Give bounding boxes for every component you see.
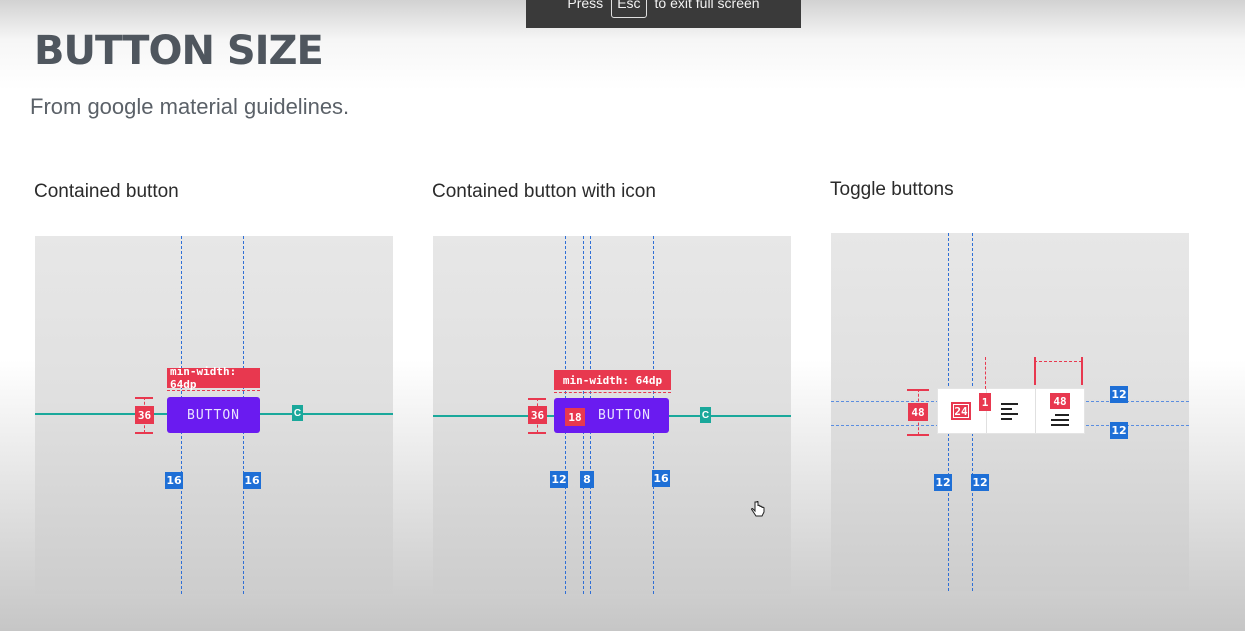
height-tick [528,432,546,434]
esc-key-badge: Esc [611,0,647,18]
align-left-icon [1001,403,1018,420]
sample-contained-button: BUTTON [167,397,260,433]
center-tag: C [292,405,303,421]
height-tick [907,434,929,436]
toggle-segment: 48 [1036,389,1084,433]
panel-contained-button-icon: min-width: 64dp BUTTON 18 36 C 12 8 16 [433,236,791,594]
divider-measure [985,357,986,389]
padding-tag-right: 12 [971,474,989,491]
center-measure [265,413,289,414]
min-width-tag: min-width: 64dp [554,370,671,390]
panel-contained-button: min-width: 64dp BUTTON 36 C 16 16 [35,236,393,594]
panel-title-contained: Contained button [34,181,179,202]
toggle-button-group: 24 48 [938,389,1084,433]
height-tag: 48 [908,403,928,421]
margin-tag-bottom: 12 [1110,422,1128,439]
panel-title-toggle: Toggle buttons [830,179,954,200]
icon-gap-tag: 8 [580,471,594,488]
divider-width-tag: 1 [979,393,991,411]
toggle-segment [987,389,1036,433]
page-subtitle: From google material guidelines. [30,94,350,119]
segment-width-tag: 48 [1050,393,1070,409]
height-tick [528,398,546,400]
padding-tag-left: 12 [550,471,568,488]
min-width-tag: min-width: 64dp [167,365,260,391]
banner-suffix-text: to exit full screen [654,0,760,11]
fullscreen-exit-banner: Press Esc to exit full screen [526,0,801,28]
height-tick [135,397,153,399]
height-tick [135,432,153,434]
padding-tag-left: 16 [165,472,183,489]
align-justify-icon [1051,414,1069,426]
min-width-measure [554,392,671,393]
panel-toggle-buttons: 24 48 1 48 12 12 12 12 [831,233,1189,591]
min-width-measure [167,390,260,391]
width-tick [1081,357,1083,385]
icon-size-tag: 18 [565,408,585,426]
width-tick [1034,357,1036,385]
padding-tag-left: 12 [934,474,952,491]
height-tick [907,389,929,391]
height-tag: 36 [528,406,547,424]
center-measure [673,415,697,416]
margin-tag-top: 12 [1110,386,1128,403]
segment-width-measure [1034,361,1082,362]
hand-cursor-icon [751,501,765,517]
height-tag: 36 [135,406,154,424]
padding-tag-right: 16 [652,470,670,487]
panel-title-contained-icon: Contained button with icon [432,181,656,202]
page-title: BUTTON SIZE [34,28,324,74]
padding-tag-right: 16 [243,472,261,489]
center-tag: C [700,407,711,423]
banner-press-text: Press [567,0,604,11]
icon-size-tag: 24 [951,402,971,420]
